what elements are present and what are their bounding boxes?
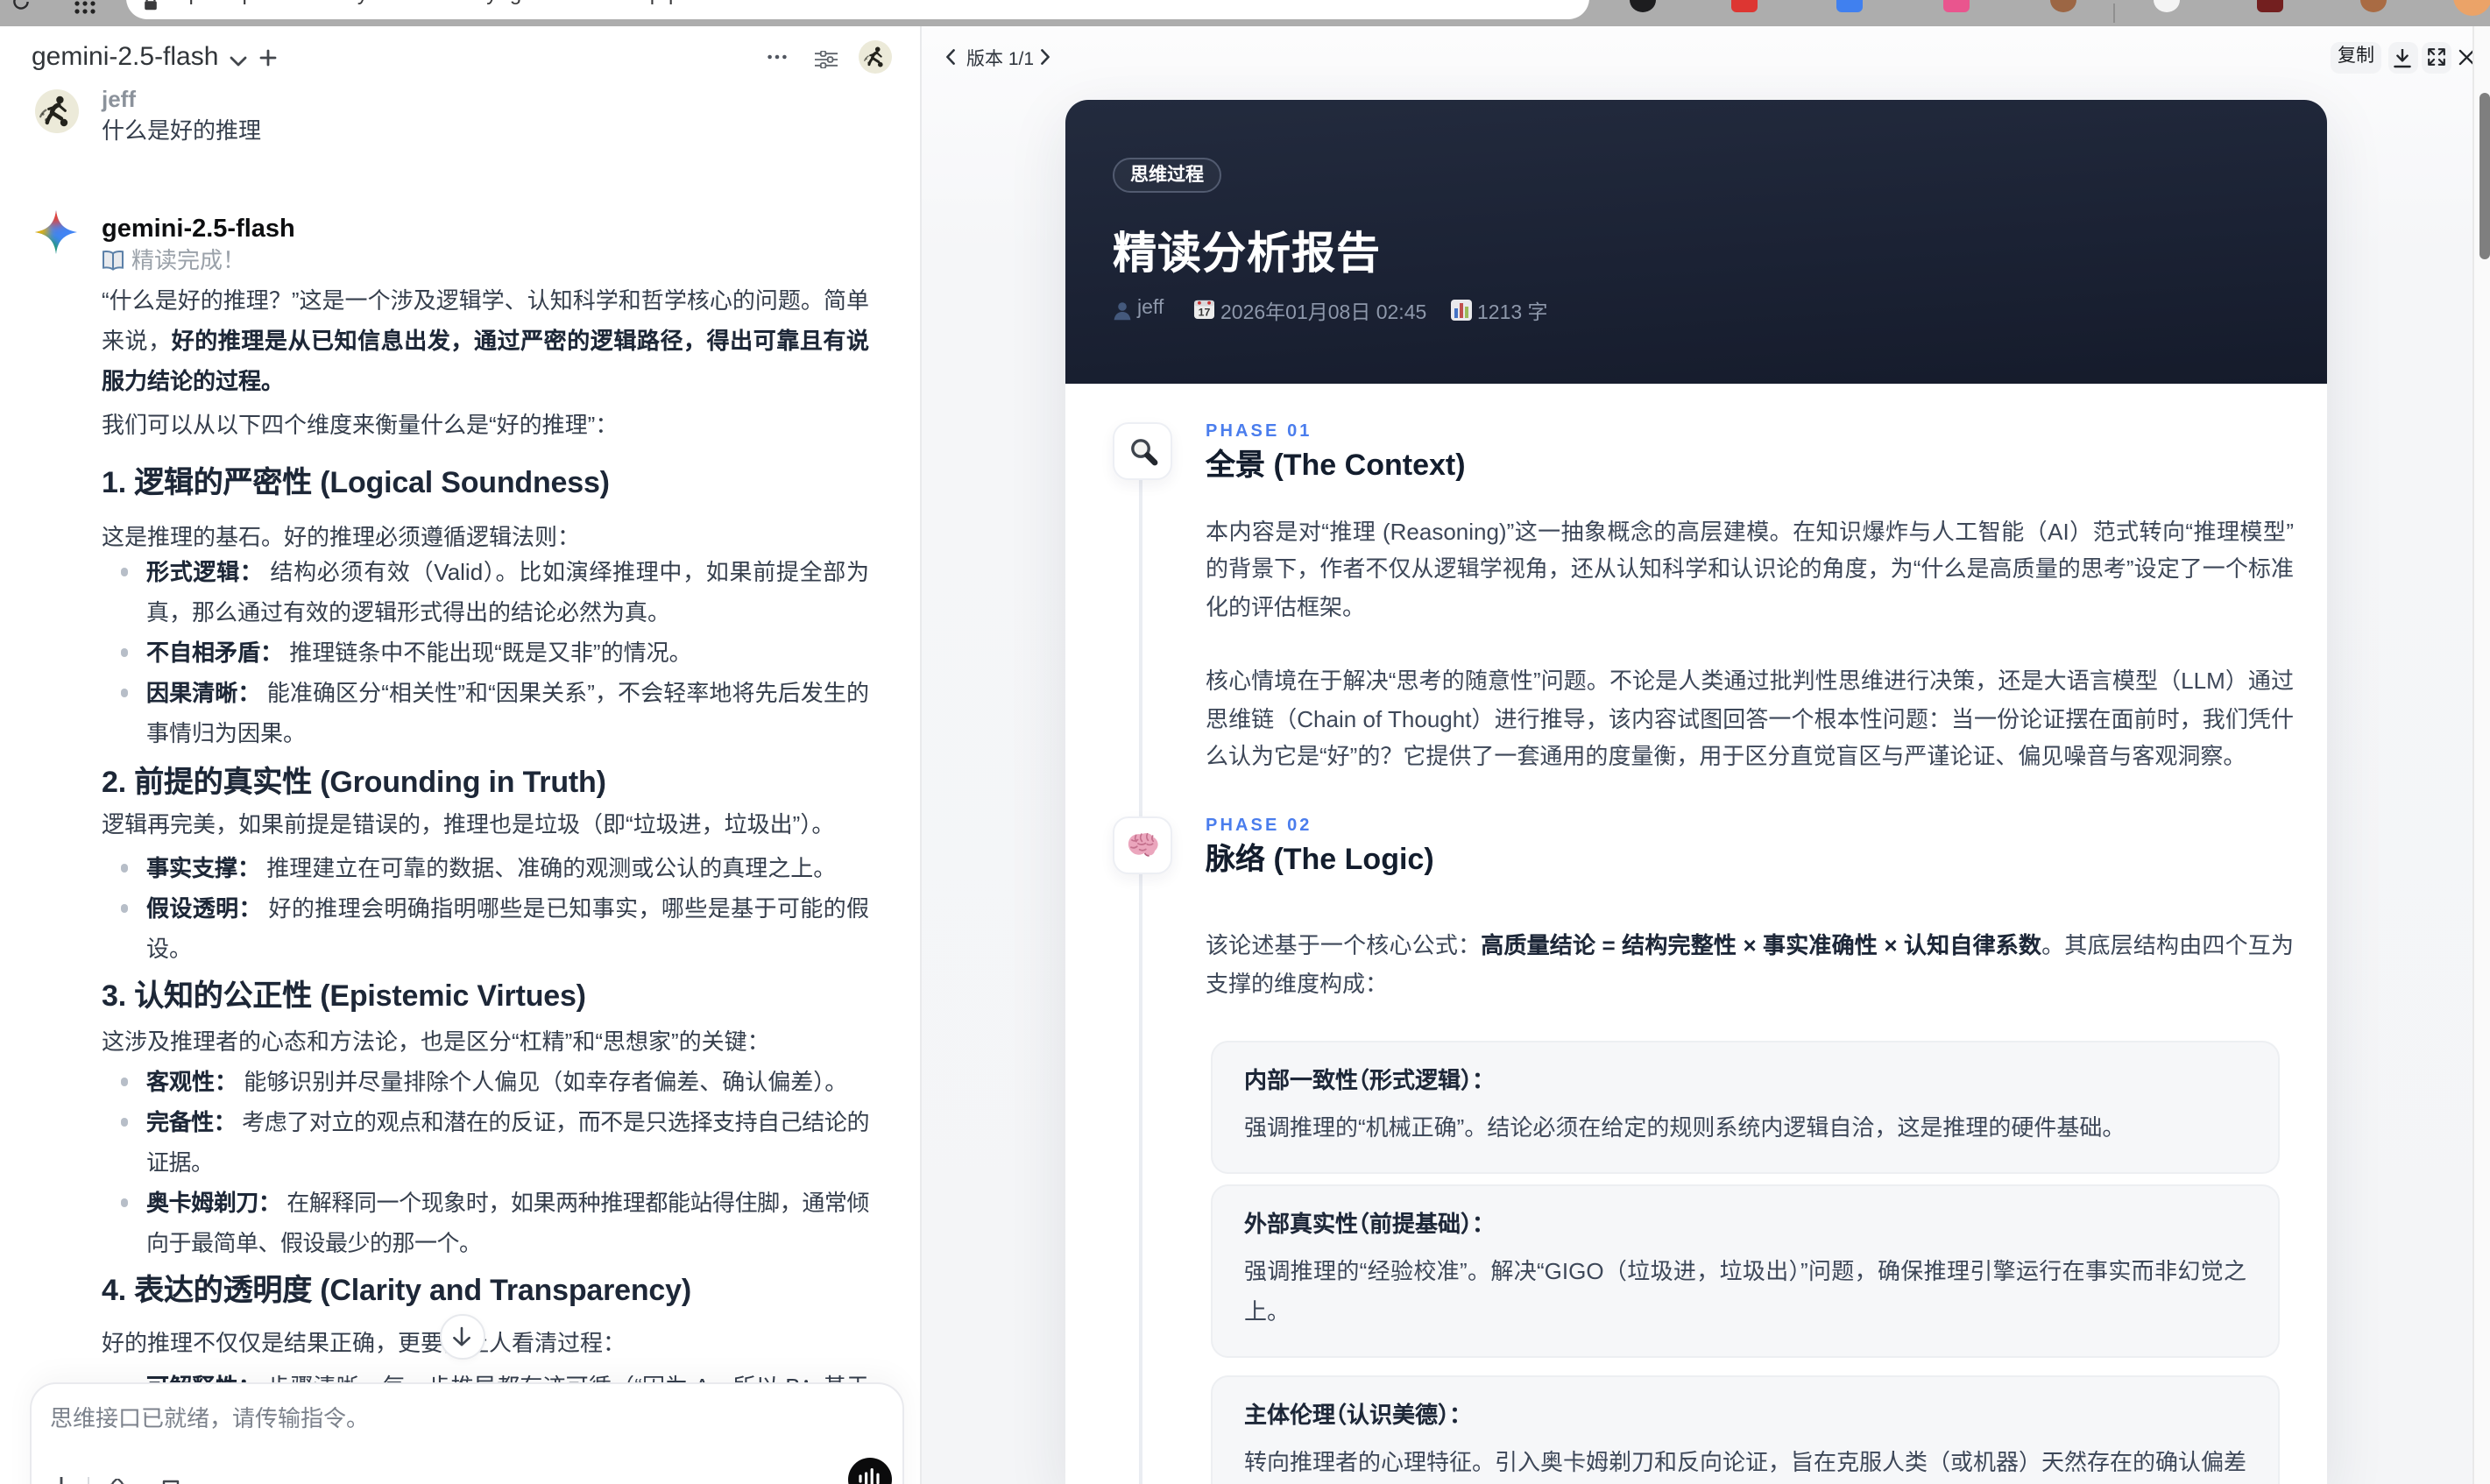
- svg-text:17: 17: [1198, 306, 1210, 318]
